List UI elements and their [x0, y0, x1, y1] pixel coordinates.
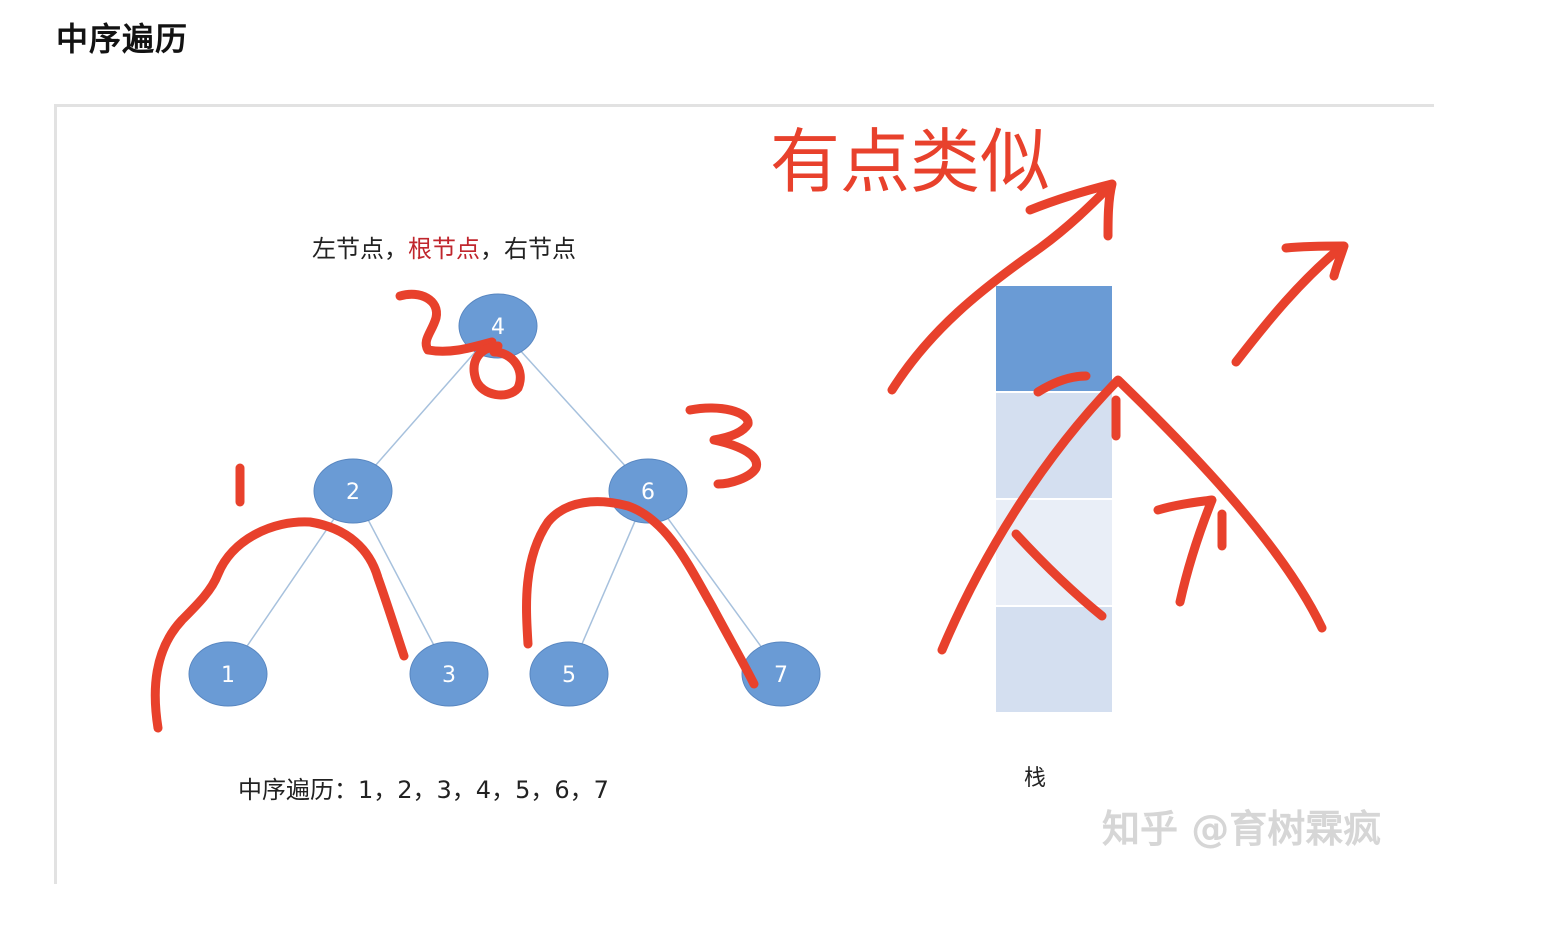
watermark: 知乎 @育树霖疯 — [1102, 807, 1381, 851]
ink-arc-left — [150, 517, 409, 733]
tree-node-label: 1 — [221, 663, 235, 688]
ink-digit-7 — [1153, 495, 1217, 607]
inorder-diagram: 左节点，根节点，右节点 4 2 6 1 3 5 7 中序遍历：1，2，3，4，5，6，7 栈 — [150, 121, 1381, 851]
stack — [996, 286, 1112, 712]
caption-bottom: 中序遍历：1，2，3，4，5，6，7 — [238, 776, 609, 804]
caption-right: ，右节点 — [480, 235, 576, 263]
note-text: 有点类似 — [770, 121, 1050, 203]
ink-digit-3 — [685, 403, 761, 489]
tree-node-3: 3 — [409, 641, 489, 707]
tree-node-label: 2 — [346, 480, 360, 505]
tree-node-1: 1 — [188, 641, 268, 707]
caption-left: 左节点， — [312, 235, 408, 263]
tree-node-2: 2 — [313, 458, 393, 524]
handwritten-annotations — [150, 179, 1349, 733]
tree-node-label: 3 — [442, 663, 456, 688]
tree-node-5: 5 — [529, 641, 609, 707]
stack-cell-4 — [996, 607, 1112, 712]
ink-arrow-small — [1231, 243, 1345, 367]
tree-node-label: 5 — [562, 663, 576, 688]
caption-top: 左节点，根节点，右节点 — [312, 235, 576, 263]
stack-label: 栈 — [1024, 766, 1046, 791]
stack-cell-1 — [996, 286, 1112, 391]
tree-node-label: 6 — [641, 480, 655, 505]
tree-node-label: 7 — [774, 663, 788, 688]
caption-root: 根节点 — [408, 235, 480, 263]
caption-prefix: 中序遍历： — [238, 776, 358, 804]
tree-node-label: 4 — [491, 315, 505, 340]
caption-sequence: 1，2，3，4，5，6，7 — [358, 776, 609, 804]
tree-edges — [227, 325, 782, 675]
